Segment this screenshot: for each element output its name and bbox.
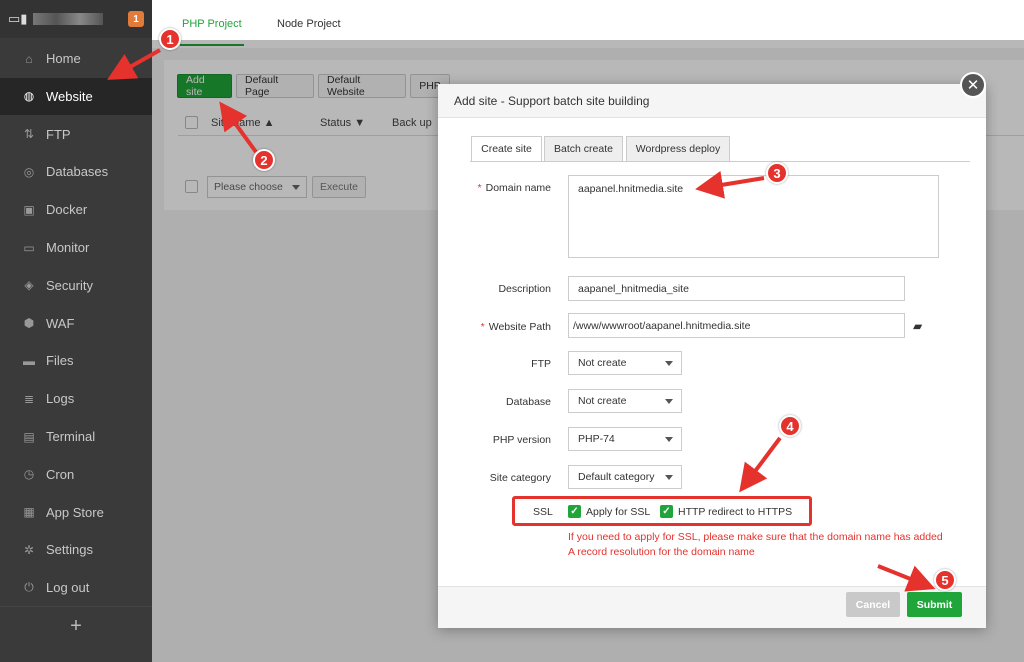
globe-icon: ◍: [23, 89, 35, 104]
ftp-select[interactable]: Not create: [568, 351, 682, 375]
sidebar-item-label: Settings: [46, 542, 93, 558]
dialog-title: Add site - Support batch site building: [438, 84, 986, 118]
sidebar-item-label: Cron: [46, 466, 75, 482]
chevron-down-icon: [665, 361, 673, 366]
ftp-icon: ⇅: [23, 127, 35, 142]
step-2-marker: 2: [253, 149, 275, 171]
tab-node-project[interactable]: Node Project: [277, 18, 341, 30]
sidebar-item-monitor[interactable]: ▭ Monitor: [0, 229, 152, 266]
sidebar: ▭▮ 1 ⌂ Home ◍ Website ⇅ FTP ◎ Databases ▣ Docker ▭…: [0, 0, 152, 662]
https-redirect-label[interactable]: HTTP redirect to HTTPS: [678, 506, 792, 518]
folder-icon[interactable]: ▰: [913, 319, 922, 333]
database-value: Not create: [578, 395, 627, 407]
tab-batch-create[interactable]: Batch create: [544, 136, 623, 162]
tab-create-site[interactable]: Create site: [471, 136, 542, 162]
sidebar-item-security[interactable]: ◈ Security: [0, 267, 152, 304]
submit-button[interactable]: Submit: [907, 592, 962, 617]
sidebar-item-logs[interactable]: ≣ Logs: [0, 380, 152, 417]
https-redirect-checkbox[interactable]: ✓: [660, 505, 673, 518]
server-icon: ▭▮: [8, 11, 28, 26]
chevron-down-icon: [665, 437, 673, 442]
sidebar-item-ftp[interactable]: ⇅ FTP: [0, 116, 152, 153]
notification-badge[interactable]: 1: [128, 11, 144, 27]
clock-icon: ◷: [23, 467, 35, 482]
sidebar-item-website[interactable]: ◍ Website: [0, 77, 152, 115]
step-1-marker: 1: [159, 28, 181, 50]
domain-value: aapanel.hnitmedia.site: [578, 183, 684, 195]
tab-divider: [470, 161, 970, 162]
ssl-warning-text: If you need to apply for SSL, please mak…: [568, 531, 943, 558]
sidebar-item-label: Terminal: [46, 429, 96, 444]
tab-wordpress-deploy[interactable]: Wordpress deploy: [626, 136, 730, 162]
sidebar-item-files[interactable]: ▬ Files: [0, 342, 152, 379]
logs-icon: ≣: [23, 391, 35, 406]
sidebar-item-label: FTP: [46, 126, 71, 142]
add-menu-button[interactable]: +: [0, 606, 152, 646]
folder-icon: ▬: [23, 353, 35, 368]
sidebar-item-terminal[interactable]: ▤ Terminal: [0, 418, 152, 455]
website-path-input[interactable]: /www/wwwroot/aapanel.hnitmedia.site: [568, 313, 905, 338]
database-select[interactable]: Not create: [568, 389, 682, 413]
site-category-value: Default category: [578, 471, 655, 483]
chevron-down-icon: [665, 475, 673, 480]
website-path-label: * Website Path: [480, 321, 551, 333]
blurred-server-name: [33, 13, 104, 25]
php-version-label: PHP version: [492, 434, 551, 446]
sidebar-item-label: Databases: [46, 164, 109, 180]
apply-ssl-checkbox[interactable]: ✓: [568, 505, 581, 518]
sidebar-item-waf[interactable]: ⬢ WAF: [0, 305, 152, 342]
app-grid-icon: ▦: [23, 505, 35, 520]
sidebar-item-label: Docker: [46, 202, 88, 218]
description-label: Description: [498, 283, 551, 295]
tab-php-project[interactable]: PHP Project: [180, 18, 244, 46]
sidebar-item-home[interactable]: ⌂ Home: [0, 40, 152, 77]
shield-icon: ◈: [24, 278, 34, 293]
database-icon: ◎: [23, 164, 35, 179]
database-label: Database: [506, 396, 551, 408]
sidebar-item-label: Logs: [46, 391, 75, 407]
close-icon[interactable]: ✕: [960, 72, 986, 98]
sidebar-item-label: Files: [46, 353, 74, 369]
sidebar-item-label: App Store: [46, 504, 104, 520]
domain-textarea[interactable]: aapanel.hnitmedia.site: [568, 175, 939, 258]
sidebar-item-label: Log out: [46, 580, 90, 596]
sidebar-item-log-out[interactable]: ⏻ Log out: [0, 569, 152, 606]
logout-icon: ⏻: [24, 580, 34, 595]
dialog-footer: [438, 586, 986, 628]
php-version-value: PHP-74: [578, 433, 615, 445]
home-icon: ⌂: [25, 51, 33, 66]
website-path-value: /www/wwwroot/aapanel.hnitmedia.site: [573, 319, 751, 332]
sidebar-item-databases[interactable]: ◎ Databases: [0, 153, 152, 190]
sidebar-item-cron[interactable]: ◷ Cron: [0, 456, 152, 493]
sidebar-item-settings[interactable]: ✲ Settings: [0, 531, 152, 568]
sidebar-item-label: Home: [46, 51, 81, 66]
step-5-marker: 5: [934, 569, 956, 591]
monitor-icon: ▭: [23, 240, 35, 255]
description-value: aapanel_hnitmedia_site: [578, 282, 689, 295]
chevron-down-icon: [665, 399, 673, 404]
site-category-select[interactable]: Default category: [568, 465, 682, 489]
apply-ssl-label[interactable]: Apply for SSL: [586, 506, 650, 518]
domain-label: * Domain name: [477, 182, 551, 194]
site-category-label: Site category: [489, 472, 551, 484]
terminal-icon: ▤: [23, 429, 35, 444]
ftp-label: FTP: [531, 358, 551, 370]
php-version-select[interactable]: PHP-74: [568, 427, 682, 451]
cancel-button[interactable]: Cancel: [846, 592, 900, 617]
sidebar-item-label: Website: [46, 88, 93, 104]
docker-icon: ▣: [23, 202, 35, 217]
sidebar-item-label: Security: [46, 277, 93, 293]
step-3-marker: 3: [766, 162, 788, 184]
server-header: ▭▮ 1: [0, 0, 152, 38]
description-input[interactable]: aapanel_hnitmedia_site: [568, 276, 905, 301]
sidebar-item-docker[interactable]: ▣ Docker: [0, 191, 152, 228]
sidebar-item-label: Monitor: [46, 240, 90, 255]
waf-shield-icon: ⬢: [23, 316, 35, 331]
step-4-marker: 4: [779, 415, 801, 437]
gear-icon: ✲: [23, 542, 35, 557]
ssl-label: SSL: [533, 506, 553, 518]
sidebar-item-app-store[interactable]: ▦ App Store: [0, 494, 152, 531]
sidebar-item-label: WAF: [46, 315, 75, 331]
ftp-value: Not create: [578, 357, 627, 369]
